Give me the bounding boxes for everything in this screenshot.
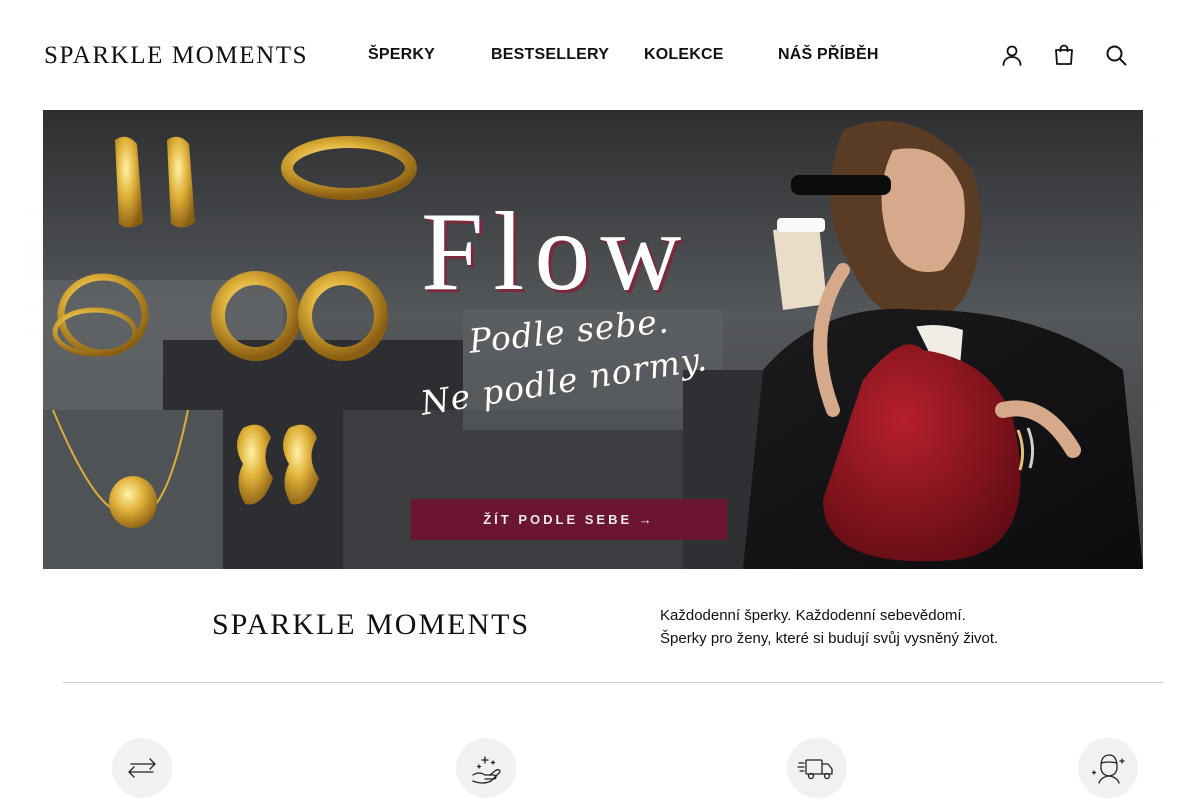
nav-item-kolekce[interactable]: KOLEKCE	[644, 46, 724, 64]
woman-sparkle-icon	[1078, 738, 1138, 798]
nav-item-bestsellery[interactable]: BESTSELLERY	[491, 46, 609, 64]
brand-logo: SPARKLE MOMENTS	[212, 608, 531, 641]
site-header: SPARKLE MOMENTS ŠPERKY BESTSELLERY KOLEK…	[0, 0, 1200, 110]
brand-tagline: Každodenní šperky. Každodenní sebevědomí…	[660, 604, 998, 650]
exchange-arrows-icon	[112, 738, 172, 798]
nav-item-sperky[interactable]: ŠPERKY	[368, 46, 435, 64]
tagline-line-1: Každodenní šperky. Každodenní sebevědomí…	[660, 607, 966, 624]
hand-sparkle-icon	[456, 738, 516, 798]
nav-item-nas-pribeh[interactable]: NÁŠ PŘÍBĚH	[778, 46, 879, 64]
hero-banner[interactable]: Flow Podle sebe. Ne podle normy. ŽÍT POD…	[43, 110, 1143, 569]
cart-icon[interactable]	[1051, 42, 1077, 68]
search-icon[interactable]	[1103, 42, 1129, 68]
hero-cta-button[interactable]: ŽÍT PODLE SEBE →	[411, 499, 727, 540]
site-logo[interactable]: SPARKLE MOMENTS	[44, 42, 308, 70]
hero-title: Flow	[421, 190, 692, 314]
section-divider	[63, 682, 1163, 683]
delivery-truck-icon	[787, 738, 847, 798]
account-icon[interactable]	[999, 42, 1025, 68]
tagline-line-2: Šperky pro ženy, které si budují svůj vy…	[660, 630, 999, 647]
